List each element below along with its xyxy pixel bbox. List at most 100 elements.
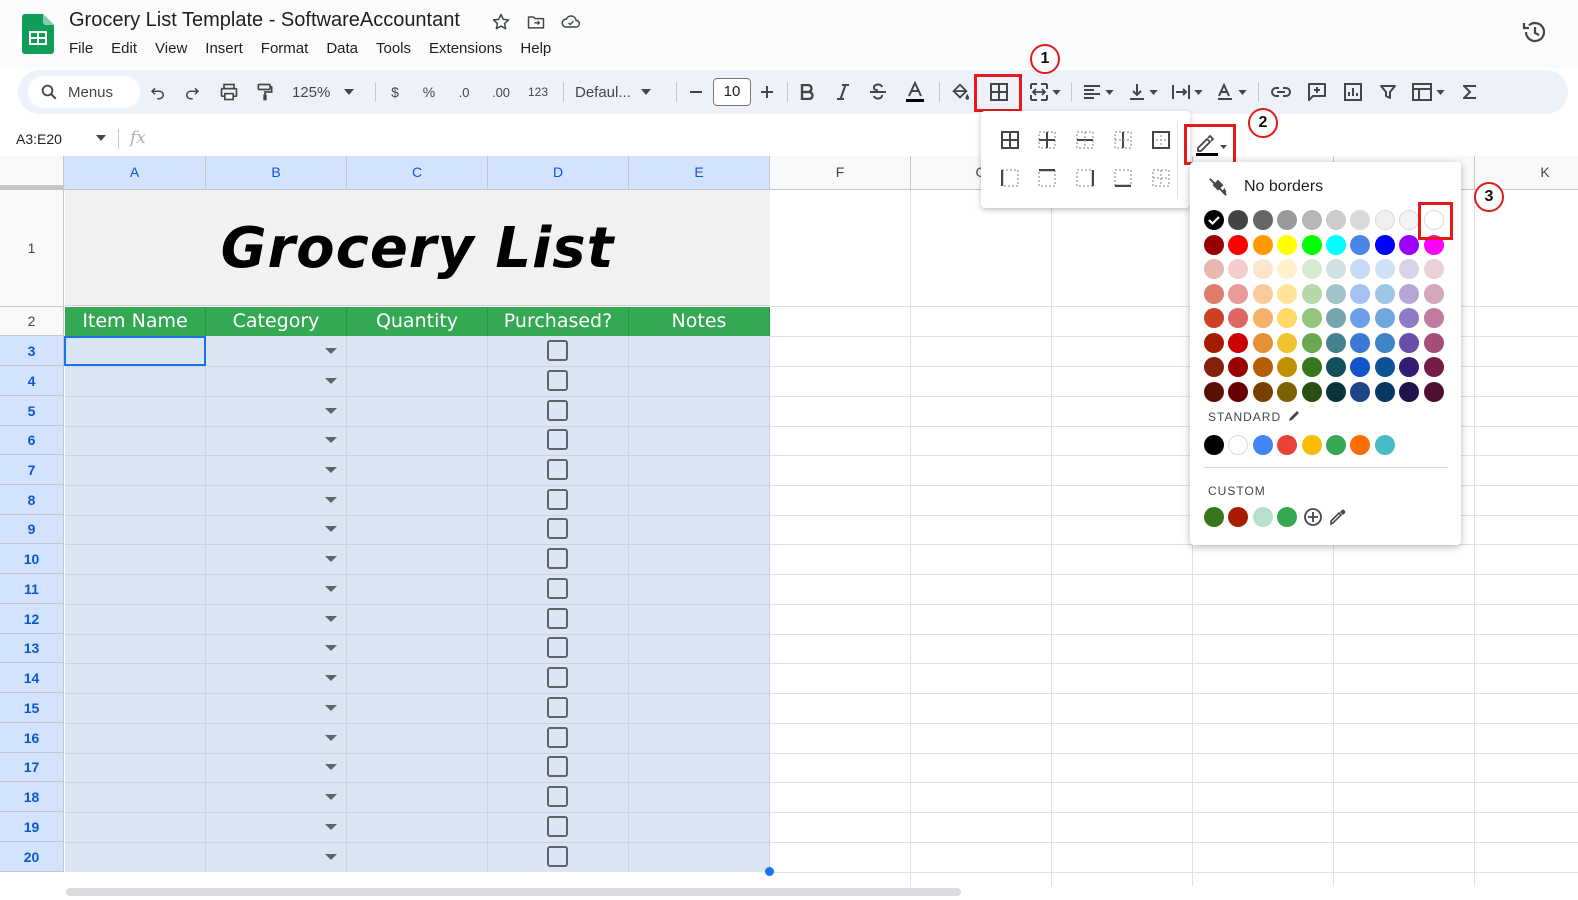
text-rotation-button[interactable] xyxy=(1212,78,1250,106)
color-swatch[interactable] xyxy=(1350,210,1370,230)
category-dropdown-arrow[interactable] xyxy=(325,437,337,443)
color-swatch[interactable] xyxy=(1399,284,1419,304)
color-swatch[interactable] xyxy=(1399,259,1419,279)
color-swatch[interactable] xyxy=(1204,235,1224,255)
title-cell[interactable]: Grocery List xyxy=(65,190,770,306)
color-swatch[interactable] xyxy=(1375,333,1395,353)
color-swatch[interactable] xyxy=(1375,235,1395,255)
color-swatch[interactable] xyxy=(1424,357,1444,377)
category-dropdown-arrow[interactable] xyxy=(325,675,337,681)
all-borders-icon[interactable] xyxy=(1001,131,1019,149)
purchased-checkbox[interactable] xyxy=(547,816,568,837)
row-header-12[interactable]: 12 xyxy=(0,604,64,634)
increase-decimal-button[interactable]: .00 xyxy=(486,78,516,106)
merge-cells-button[interactable] xyxy=(1025,78,1065,106)
color-swatch[interactable] xyxy=(1375,308,1395,328)
row-header-10[interactable]: 10 xyxy=(0,544,64,574)
color-swatch[interactable] xyxy=(1228,435,1248,455)
color-swatch[interactable] xyxy=(1375,435,1395,455)
selection-fill-handle[interactable] xyxy=(765,867,774,876)
color-swatch[interactable] xyxy=(1424,284,1444,304)
vertical-align-button[interactable] xyxy=(1124,78,1162,106)
horizontal-borders-icon[interactable] xyxy=(1076,131,1094,149)
color-swatch[interactable] xyxy=(1375,284,1395,304)
color-swatch[interactable] xyxy=(1350,357,1370,377)
purchased-checkbox[interactable] xyxy=(547,756,568,777)
no-borders-option[interactable]: No borders xyxy=(1208,177,1323,197)
color-swatch[interactable] xyxy=(1302,308,1322,328)
color-swatch[interactable] xyxy=(1204,435,1224,455)
color-swatch[interactable] xyxy=(1204,507,1224,527)
color-swatch[interactable] xyxy=(1228,507,1248,527)
redo-button[interactable] xyxy=(180,78,204,106)
color-swatch[interactable] xyxy=(1399,210,1419,230)
increase-font-size-button[interactable] xyxy=(756,78,778,106)
column-header-b[interactable]: B xyxy=(206,156,347,190)
color-swatch[interactable] xyxy=(1253,235,1273,255)
color-swatch[interactable] xyxy=(1350,435,1370,455)
color-swatch[interactable] xyxy=(1326,435,1346,455)
row-header-1[interactable]: 1 xyxy=(0,190,64,307)
color-swatch[interactable] xyxy=(1228,333,1248,353)
column-header-e[interactable]: E xyxy=(629,156,770,190)
version-history-icon[interactable] xyxy=(1521,18,1549,46)
color-swatch[interactable] xyxy=(1228,284,1248,304)
menu-tools[interactable]: Tools xyxy=(367,40,420,58)
row-header-13[interactable]: 13 xyxy=(0,634,64,663)
purchased-checkbox[interactable] xyxy=(547,518,568,539)
color-swatch[interactable] xyxy=(1277,333,1297,353)
color-swatch[interactable] xyxy=(1228,259,1248,279)
color-swatch[interactable] xyxy=(1302,382,1322,402)
color-swatch[interactable] xyxy=(1350,308,1370,328)
color-swatch[interactable] xyxy=(1277,435,1297,455)
menu-file[interactable]: File xyxy=(60,40,102,58)
percent-format-button[interactable]: % xyxy=(418,78,440,106)
color-swatch[interactable] xyxy=(1204,308,1224,328)
scrollbar-thumb[interactable] xyxy=(66,888,961,896)
color-swatch[interactable] xyxy=(1204,382,1224,402)
color-swatch[interactable] xyxy=(1350,333,1370,353)
menu-help[interactable]: Help xyxy=(511,40,560,58)
color-swatch[interactable] xyxy=(1253,308,1273,328)
color-swatch[interactable] xyxy=(1228,210,1248,230)
color-swatch[interactable] xyxy=(1253,259,1273,279)
color-swatch[interactable] xyxy=(1277,235,1297,255)
category-dropdown-arrow[interactable] xyxy=(325,854,337,860)
clear-borders-icon[interactable] xyxy=(1152,169,1170,187)
color-swatch[interactable] xyxy=(1302,259,1322,279)
add-custom-color-icon[interactable] xyxy=(1303,507,1323,527)
top-border-icon[interactable] xyxy=(1038,169,1056,187)
color-swatch[interactable] xyxy=(1253,284,1273,304)
purchased-checkbox[interactable] xyxy=(547,548,568,569)
row-header-18[interactable]: 18 xyxy=(0,782,64,812)
menu-data[interactable]: Data xyxy=(317,40,367,58)
color-swatch[interactable] xyxy=(1375,357,1395,377)
header-notes[interactable]: Notes xyxy=(629,307,770,336)
category-dropdown-arrow[interactable] xyxy=(325,735,337,741)
row-header-5[interactable]: 5 xyxy=(0,396,64,426)
color-swatch[interactable] xyxy=(1375,382,1395,402)
header-purchased[interactable]: Purchased? xyxy=(488,307,629,336)
color-swatch[interactable] xyxy=(1277,284,1297,304)
font-size-input[interactable]: 10 xyxy=(713,78,751,106)
purchased-checkbox[interactable] xyxy=(547,370,568,391)
active-cell-a3[interactable] xyxy=(64,336,206,366)
color-swatch[interactable] xyxy=(1375,259,1395,279)
category-dropdown-arrow[interactable] xyxy=(325,408,337,414)
color-swatch[interactable] xyxy=(1253,357,1273,377)
color-swatch[interactable] xyxy=(1253,382,1273,402)
color-swatch[interactable] xyxy=(1277,259,1297,279)
purchased-checkbox[interactable] xyxy=(547,429,568,450)
move-folder-icon[interactable] xyxy=(525,11,547,33)
color-swatch[interactable] xyxy=(1424,382,1444,402)
horizontal-align-button[interactable] xyxy=(1079,78,1117,106)
fill-color-button[interactable] xyxy=(947,78,973,106)
functions-button[interactable] xyxy=(1458,78,1482,106)
create-filter-button[interactable] xyxy=(1376,78,1400,106)
column-header-d[interactable]: D xyxy=(488,156,629,190)
row-header-2[interactable]: 2 xyxy=(0,307,64,336)
color-swatch[interactable] xyxy=(1326,357,1346,377)
color-swatch[interactable] xyxy=(1253,507,1273,527)
column-header-c[interactable]: C xyxy=(347,156,488,190)
color-swatch[interactable] xyxy=(1228,308,1248,328)
